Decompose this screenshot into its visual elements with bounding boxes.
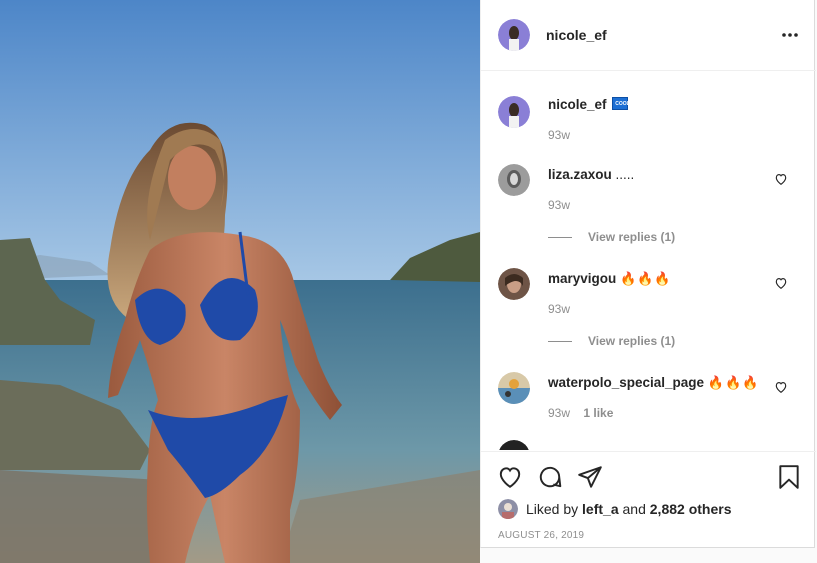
bookmark-icon[interactable] [776, 464, 802, 490]
post-photo[interactable] [0, 0, 480, 563]
view-replies-button[interactable]: View replies (1) [548, 334, 675, 348]
comment-text: liza.zaxou ..... [548, 167, 634, 182]
comment-time[interactable]: 93w [548, 198, 570, 212]
comment-text: maryvigou 🔥🔥🔥 [548, 271, 672, 287]
commenter-avatar[interactable] [498, 268, 530, 300]
comment-username[interactable]: waterpolo_special_page [548, 375, 704, 390]
author-avatar[interactable] [498, 19, 530, 51]
beach-photo-image [0, 0, 480, 563]
post-panel: nicole_ef nicole_ef COOL 93w liza.zaxou … [480, 0, 816, 548]
liked-by-user[interactable]: left_a [582, 501, 619, 517]
comment-meta: 93w 1 like [548, 406, 623, 420]
author-username[interactable]: nicole_ef [546, 27, 607, 43]
caption-time[interactable]: 93w [548, 128, 570, 142]
comment-heart-icon[interactable] [774, 276, 788, 290]
more-options-icon[interactable] [780, 27, 800, 43]
liked-by-others[interactable]: 2,882 others [650, 501, 732, 517]
view-replies-label: View replies (1) [588, 230, 676, 244]
view-replies-button[interactable]: View replies (1) [548, 230, 675, 244]
liked-by-prefix: Liked by [526, 501, 579, 517]
post-actions: Liked by left_a and 2,882 others AUGUST … [481, 451, 816, 548]
replies-divider [548, 340, 572, 342]
comment-time[interactable]: 93w [548, 302, 570, 316]
comment-text: waterpolo_special_page 🔥🔥🔥 [548, 375, 759, 391]
post-header: nicole_ef [481, 0, 816, 71]
liked-by-row: Liked by left_a and 2,882 others [498, 499, 731, 519]
comment-heart-icon[interactable] [774, 172, 788, 186]
comment-icon[interactable] [537, 464, 563, 490]
comment-body: 🔥🔥🔥 [707, 375, 760, 390]
comment-body: ..... [615, 167, 635, 182]
comment-time[interactable]: 93w [548, 406, 570, 420]
comment-body: 🔥🔥🔥 [620, 271, 672, 286]
comment-meta: 93w [548, 198, 580, 212]
post-date[interactable]: AUGUST 26, 2019 [498, 530, 584, 541]
view-replies-label: View replies (1) [588, 334, 676, 348]
heart-icon[interactable] [497, 464, 523, 490]
comment-meta: 93w [548, 302, 580, 316]
replies-divider [548, 236, 572, 238]
comment-username[interactable]: liza.zaxou [548, 167, 612, 182]
liked-by-connector: and [622, 501, 646, 517]
cool-emoji-icon: COOL [612, 97, 630, 110]
comments-list[interactable]: nicole_ef COOL 93w liza.zaxou ..... 93w [481, 72, 816, 450]
share-icon[interactable] [577, 464, 603, 490]
comment-username[interactable]: maryvigou [548, 271, 616, 286]
commenter-avatar[interactable] [498, 440, 530, 450]
comment-heart-icon[interactable] [774, 380, 788, 394]
caption-username[interactable]: nicole_ef [548, 97, 607, 112]
commenter-avatar[interactable] [498, 164, 530, 196]
comment-like-count[interactable]: 1 like [583, 406, 613, 420]
commenter-avatar[interactable] [498, 372, 530, 404]
caption-avatar[interactable] [498, 96, 530, 128]
caption-text: nicole_ef COOL [548, 97, 630, 112]
caption-meta: 93w [548, 128, 580, 142]
liker-avatar[interactable] [498, 499, 518, 519]
